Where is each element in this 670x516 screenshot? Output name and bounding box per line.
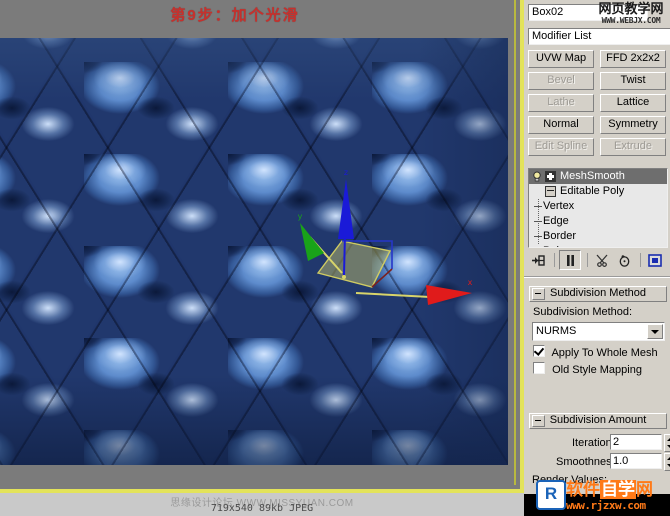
rollout-title: Subdivision Amount bbox=[549, 414, 647, 426]
modifier-button-set: UVW Map FFD 2x2x2 Bevel Twist Lathe Latt… bbox=[528, 50, 666, 156]
wm-cn-part3: 网 bbox=[636, 480, 653, 499]
checkbox-icon[interactable] bbox=[533, 345, 545, 357]
viewport-bottom-background bbox=[0, 465, 524, 493]
webjx-watermark-url: WWW.WEBJX.COM bbox=[601, 16, 661, 25]
rollout-header-subdivision-amount[interactable]: Subdivision Amount bbox=[529, 413, 667, 429]
stack-item-label: Vertex bbox=[543, 200, 575, 212]
gizmo-arrow-z bbox=[338, 179, 354, 239]
rollout-collapse-icon[interactable] bbox=[532, 415, 545, 427]
transform-gizmo[interactable]: z y x bbox=[280, 165, 495, 315]
modifier-button-lathe: Lathe bbox=[528, 94, 594, 112]
subdivision-method-label: Subdivision Method: bbox=[533, 306, 633, 318]
toolbar-separator bbox=[587, 253, 588, 267]
stack-subitem-vertex[interactable]: Vertex bbox=[529, 199, 667, 214]
toolbar-separator bbox=[554, 253, 555, 267]
modifier-stack[interactable]: MeshSmooth Editable Poly Vertex Edge Bor… bbox=[528, 168, 668, 248]
webjx-watermark-cn: 网页教学网 bbox=[598, 1, 664, 16]
make-unique-icon[interactable] bbox=[592, 251, 612, 269]
rjzxw-watermark: R 软件自学网 www.rjzxw.com bbox=[536, 478, 670, 516]
stack-item-label: MeshSmooth bbox=[560, 170, 625, 182]
modifier-button-normal[interactable]: Normal bbox=[528, 116, 594, 134]
spinner-arrows-icon[interactable] bbox=[664, 453, 670, 471]
modifier-button-ffd[interactable]: FFD 2x2x2 bbox=[600, 50, 666, 68]
chevron-down-icon[interactable] bbox=[647, 324, 663, 339]
stack-subitem-border[interactable]: Border bbox=[529, 229, 667, 244]
stack-item-meshsmooth[interactable]: MeshSmooth bbox=[529, 169, 667, 184]
gizmo-axis-x-line bbox=[355, 292, 431, 298]
viewport-perspective[interactable]: 第9步：加个光滑 z y x bbox=[0, 0, 524, 493]
pin-stack-icon[interactable] bbox=[528, 251, 548, 269]
subdivision-method-combo[interactable]: NURMS bbox=[532, 322, 665, 341]
tree-branch-icon bbox=[534, 236, 542, 237]
wm-cn-part1: 软件 bbox=[566, 480, 600, 499]
iterations-value[interactable]: 2 bbox=[610, 434, 662, 450]
spinner-arrows-icon[interactable] bbox=[664, 434, 670, 452]
rjzxw-logo-badge: R bbox=[536, 480, 566, 510]
modifier-button-symmetry[interactable]: Symmetry bbox=[600, 116, 666, 134]
stack-item-label: Edge bbox=[543, 215, 569, 227]
stack-item-label: Polygon bbox=[543, 244, 583, 247]
gizmo-label-z: z bbox=[344, 168, 348, 177]
rollout-header-subdivision-method[interactable]: Subdivision Method bbox=[529, 286, 667, 302]
stack-item-label: Editable Poly bbox=[560, 185, 625, 197]
screenshot-root: 第9步：加个光滑 z y x 思缘设计论坛 WWW.MISSYUAN.COM 7… bbox=[0, 0, 670, 516]
tutorial-step-title: 第9步：加个光滑 bbox=[170, 7, 300, 24]
remove-modifier-icon[interactable] bbox=[614, 251, 634, 269]
viewport-right-background bbox=[508, 0, 524, 493]
old-style-mapping-label: Old Style Mapping bbox=[552, 364, 642, 376]
modifier-stack-toolbar bbox=[528, 250, 670, 270]
modifier-button-edit-spline: Edit Spline bbox=[528, 138, 594, 156]
rjzxw-watermark-cn: 软件自学网 bbox=[566, 480, 653, 500]
stack-item-editable-poly[interactable]: Editable Poly bbox=[529, 184, 667, 199]
rollout-collapse-icon[interactable] bbox=[532, 288, 545, 300]
panel-divider bbox=[524, 276, 670, 278]
stack-item-label: Border bbox=[543, 230, 577, 242]
modifier-button-extrude: Extrude bbox=[600, 138, 666, 156]
rollout-title: Subdivision Method bbox=[549, 287, 646, 299]
gizmo-label-x: x bbox=[468, 278, 473, 287]
old-style-mapping-checkbox[interactable]: Old Style Mapping bbox=[533, 362, 642, 376]
stack-subitem-edge[interactable]: Edge bbox=[529, 214, 667, 229]
modifier-button-bevel: Bevel bbox=[528, 72, 594, 90]
tree-branch-icon bbox=[534, 221, 542, 222]
modifier-button-lattice[interactable]: Lattice bbox=[600, 94, 666, 112]
smoothness-value[interactable]: 1.0 bbox=[610, 453, 662, 469]
wm-cn-part2: 自学 bbox=[600, 480, 636, 499]
modifier-list-dropdown[interactable]: Modifier List bbox=[528, 28, 670, 45]
webjx-watermark: 网页教学网 WWW.WEBJX.COM bbox=[588, 2, 670, 26]
gizmo-arrow-y bbox=[300, 223, 324, 261]
stack-subitem-polygon[interactable]: Polygon bbox=[529, 244, 667, 247]
stack-expander-minus-icon[interactable] bbox=[545, 186, 556, 197]
modifier-button-twist[interactable]: Twist bbox=[600, 72, 666, 90]
stack-spacer-icon bbox=[531, 186, 543, 197]
gizmo-origin bbox=[342, 275, 346, 279]
show-end-result-icon[interactable] bbox=[559, 250, 581, 270]
rjzxw-watermark-url: www.rjzxw.com bbox=[566, 499, 646, 512]
gizmo-arrow-x bbox=[426, 285, 472, 305]
apply-to-whole-mesh-checkbox[interactable]: Apply To Whole Mesh bbox=[533, 345, 658, 359]
lightbulb-icon[interactable] bbox=[531, 171, 543, 182]
toolbar-separator bbox=[640, 253, 641, 267]
command-panel: Box02 网页教学网 WWW.WEBJX.COM Modifier List … bbox=[524, 0, 670, 516]
apply-to-whole-mesh-label: Apply To Whole Mesh bbox=[551, 347, 658, 359]
checkbox-icon[interactable] bbox=[533, 362, 545, 374]
subdivision-method-value: NURMS bbox=[536, 325, 577, 337]
image-size-info: 719x540 89kb JPEG bbox=[210, 503, 314, 514]
image-caption-bar: 思缘设计论坛 WWW.MISSYUAN.COM 719x540 89kb JPE… bbox=[0, 493, 524, 516]
stack-expander-plus-icon[interactable] bbox=[545, 171, 556, 182]
gizmo-label-y: y bbox=[298, 212, 303, 221]
modifier-button-uvw-map[interactable]: UVW Map bbox=[528, 50, 594, 68]
configure-modifier-sets-icon[interactable] bbox=[645, 251, 665, 269]
tree-branch-icon bbox=[534, 206, 542, 207]
